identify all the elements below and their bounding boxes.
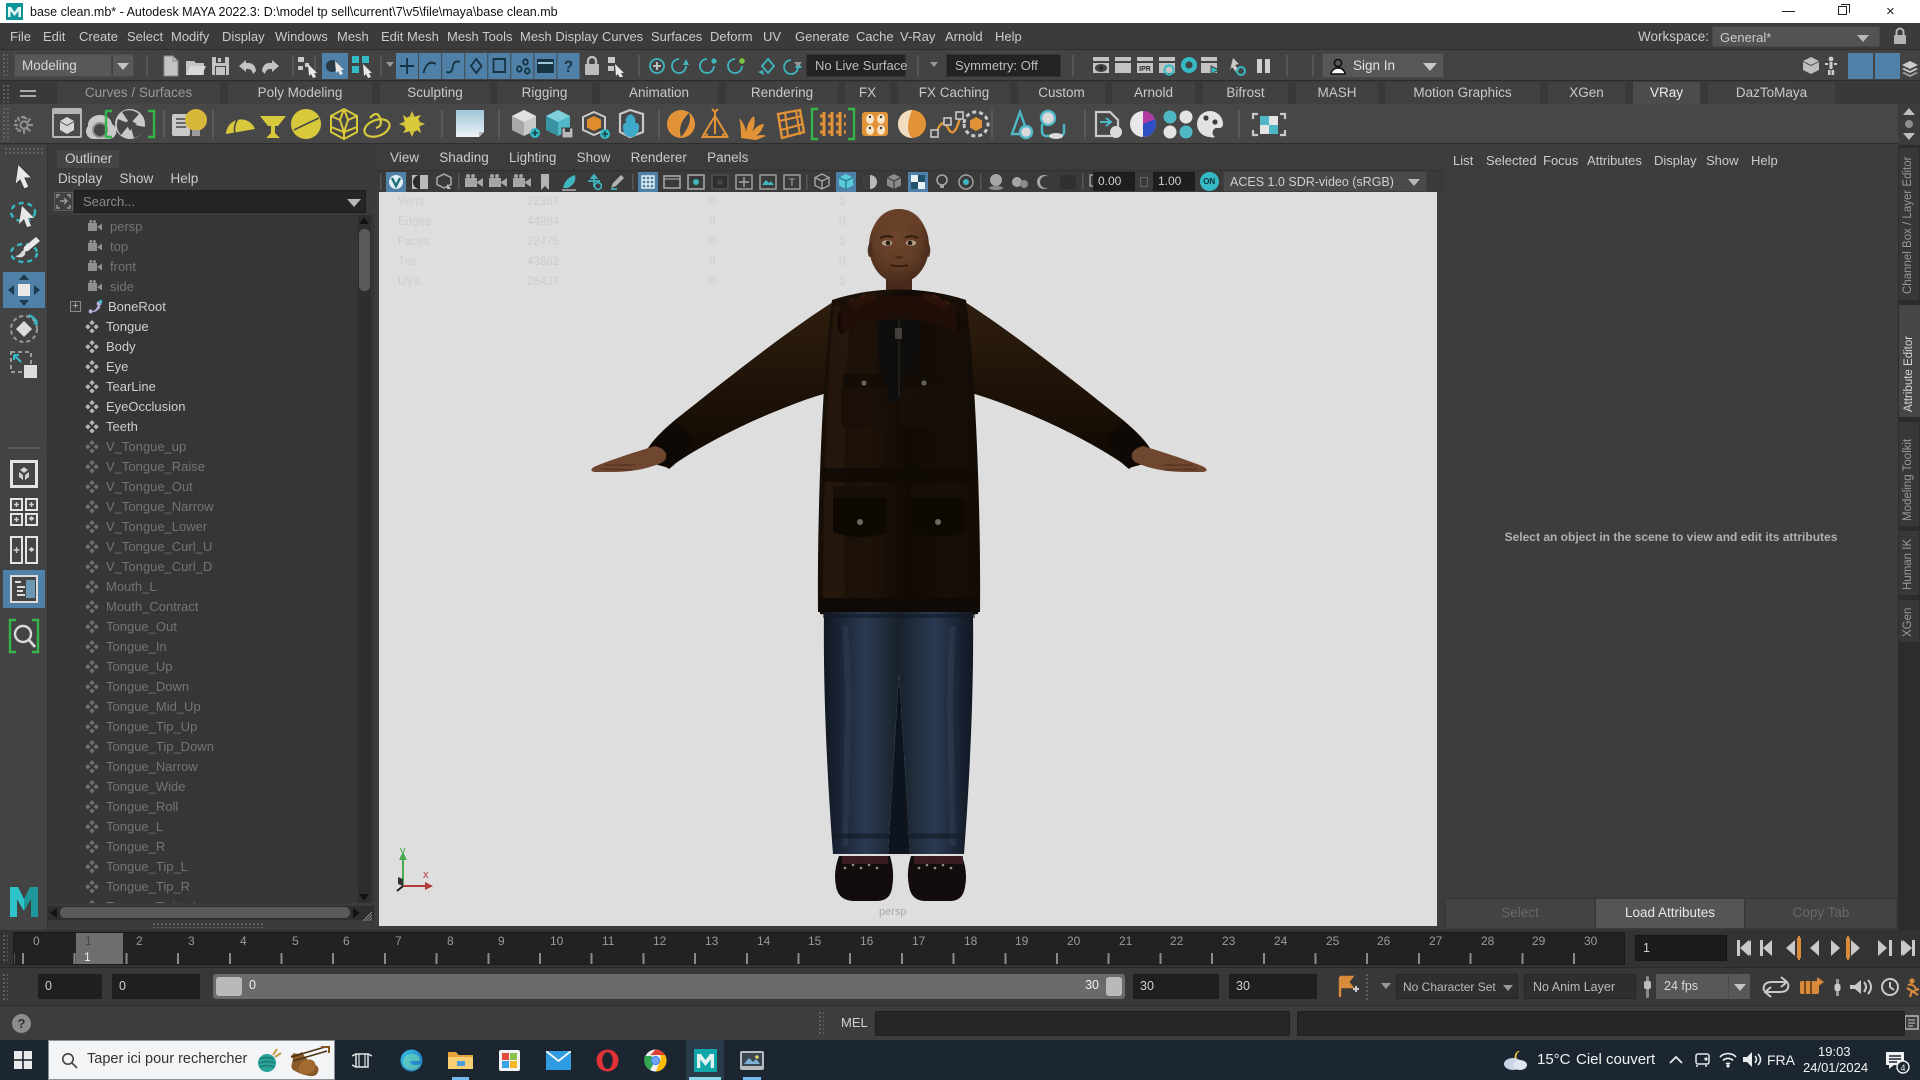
svg-text:T: T [789, 177, 796, 189]
svg-text:?: ? [564, 57, 573, 76]
svg-text:y: y [400, 846, 406, 857]
svg-text:4: 4 [1900, 1063, 1905, 1073]
svg-text:IPR: IPR [1139, 66, 1151, 73]
svg-text:x: x [423, 869, 429, 881]
